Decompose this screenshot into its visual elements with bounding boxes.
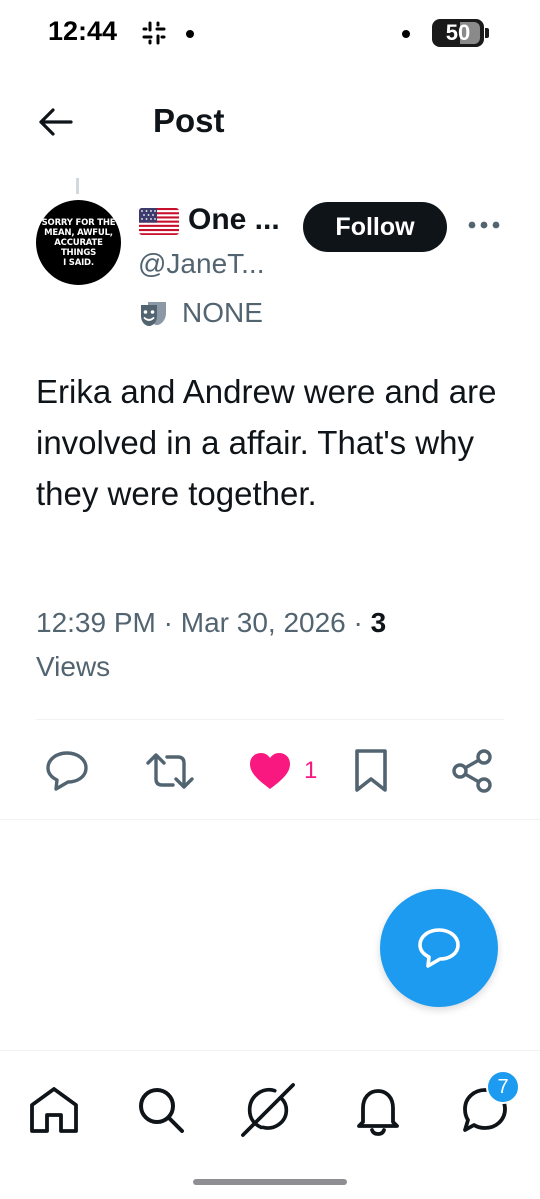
views-label: Views bbox=[36, 651, 111, 682]
author-handle[interactable]: @JaneT... bbox=[138, 248, 264, 280]
repost-icon bbox=[146, 753, 194, 789]
status-bar: 12:44 50 bbox=[0, 0, 540, 66]
divider bbox=[36, 719, 504, 720]
follow-button[interactable]: Follow bbox=[303, 202, 447, 252]
author-label: NONE bbox=[182, 297, 263, 328]
us-flag-icon bbox=[139, 208, 179, 235]
nav-grok[interactable] bbox=[240, 1082, 296, 1138]
bookmark-button[interactable] bbox=[352, 745, 390, 797]
reply-button[interactable] bbox=[44, 745, 90, 797]
grok-icon bbox=[241, 1083, 295, 1137]
battery-indicator: 50 bbox=[432, 19, 489, 47]
reply-icon bbox=[46, 751, 88, 791]
home-indicator bbox=[193, 1179, 347, 1185]
views-count: 3 bbox=[370, 607, 387, 638]
post-meta: 12:39 PM · Mar 30, 2026 · 3 Views bbox=[36, 601, 506, 689]
reply-fab-button[interactable] bbox=[380, 889, 498, 1007]
more-icon bbox=[468, 221, 500, 229]
repost-button[interactable] bbox=[145, 745, 195, 797]
divider bbox=[0, 819, 540, 820]
share-icon bbox=[452, 749, 492, 793]
thread-connector bbox=[76, 178, 79, 194]
masks-icon bbox=[141, 302, 166, 326]
status-time: 12:44 bbox=[48, 16, 118, 46]
home-icon bbox=[30, 1087, 78, 1133]
heart-icon bbox=[250, 753, 290, 789]
post-text: Erika and Andrew were and are involved i… bbox=[36, 373, 497, 512]
post-date: Mar 30, 2026 bbox=[180, 607, 346, 638]
top-bar: Post bbox=[0, 66, 540, 176]
meta-separator: · bbox=[353, 607, 363, 638]
slack-icon bbox=[142, 21, 166, 45]
share-button[interactable] bbox=[449, 745, 495, 797]
privacy-dot bbox=[402, 30, 410, 38]
nav-search[interactable] bbox=[133, 1082, 189, 1138]
post-time: 12:39 PM bbox=[36, 607, 156, 638]
divider bbox=[0, 1050, 540, 1051]
battery-level: 50 bbox=[445, 20, 471, 45]
like-button[interactable]: 1 bbox=[248, 745, 317, 797]
compose-reply-icon bbox=[418, 928, 460, 968]
like-count: 1 bbox=[304, 757, 318, 784]
back-arrow-icon bbox=[39, 108, 73, 136]
search-icon bbox=[139, 1088, 184, 1133]
page-title: Post bbox=[153, 102, 225, 139]
messages-badge: 7 bbox=[486, 1070, 520, 1104]
meta-separator: · bbox=[163, 607, 173, 638]
notification-dot bbox=[186, 30, 194, 38]
nav-notifications[interactable] bbox=[350, 1082, 406, 1138]
back-button[interactable] bbox=[30, 100, 82, 144]
action-bar: 1 bbox=[0, 745, 540, 797]
bell-icon bbox=[357, 1089, 399, 1136]
author-display-name[interactable]: One ... bbox=[188, 203, 280, 237]
bookmark-icon bbox=[355, 749, 387, 792]
more-options-button[interactable] bbox=[462, 210, 506, 240]
avatar[interactable]: SORRY FOR THE MEAN, AWFUL, ACCURATE THIN… bbox=[36, 200, 121, 285]
nav-home[interactable] bbox=[26, 1082, 82, 1138]
